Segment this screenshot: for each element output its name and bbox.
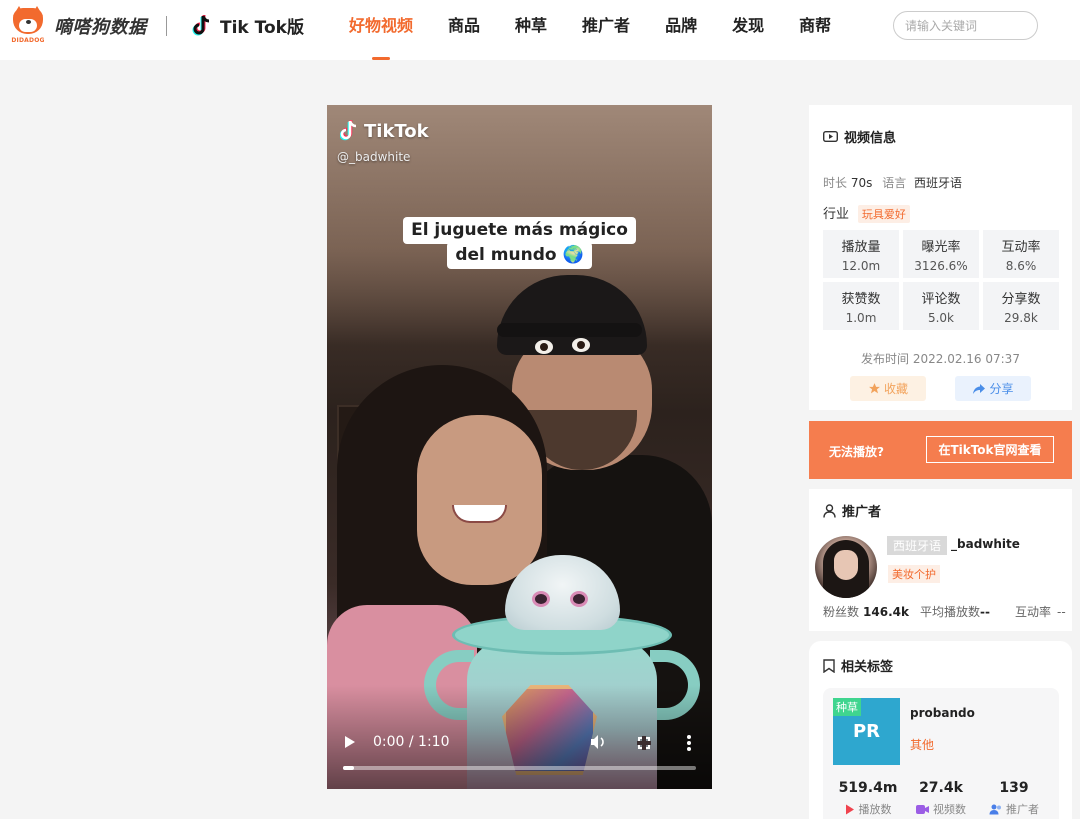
video-info-panel: 视频信息 时长 70s 语言 西班牙语 行业 玩具爱好 播放量 12.0m 曝光率… [809, 105, 1072, 410]
tag-type-badge: 种草 [833, 698, 861, 716]
video-stats-grid: 播放量 12.0m 曝光率 3126.6% 互动率 8.6% 获赞数 1.0m 评论数 5… [823, 230, 1059, 330]
avatar[interactable] [815, 536, 877, 598]
video-info-heading: 视频信息 [823, 127, 896, 146]
industry-row: 行业 玩具爱好 [823, 203, 910, 223]
fans-stat: 粉丝数 146.4k [823, 605, 909, 619]
nav-item-videos[interactable]: 好物视频 [349, 0, 413, 60]
promoter-title: 推广者 [842, 505, 882, 520]
tag-videos-stat: 27.4k 视频数 [906, 780, 976, 817]
interaction-stat: 互动率 -- [1015, 605, 1066, 619]
nav-item-business[interactable]: 商帮 [799, 0, 831, 60]
cannot-play-banner: 无法播放? 在TikTok官网查看 [809, 421, 1072, 479]
tiktok-icon [340, 120, 357, 141]
related-tags-panel: 相关标签 PR 种草 probando 其他 519.4m 播放数 27.4k … [809, 641, 1072, 819]
nav-item-seeding[interactable]: 种草 [515, 0, 547, 60]
language-value: 西班牙语 [914, 176, 963, 190]
caption-line-2: del mundo 🌍 [447, 242, 592, 269]
caption-line-1: El juguete más mágico [403, 217, 636, 244]
nav-item-products[interactable]: 商品 [448, 0, 480, 60]
fullscreen-icon[interactable] [637, 736, 651, 750]
tag-plays-stat: 519.4m 播放数 [838, 780, 898, 816]
cannot-play-text: 无法播放? [829, 445, 884, 459]
tiktok-watermark: TikTok [340, 119, 429, 143]
promoter-language-tag: 西班牙语 [887, 536, 948, 555]
tag-name[interactable]: probando [910, 706, 975, 720]
stat-comments: 评论数 5.0k [903, 282, 979, 330]
video-icon [916, 804, 929, 814]
video-info-title: 视频信息 [844, 131, 897, 146]
more-options-icon[interactable] [687, 735, 691, 751]
dog-logo-icon: DIDADOG [10, 6, 46, 46]
video-player[interactable]: TikTok @_badwhite El juguete más mágico … [327, 105, 712, 789]
promoter-heading: 推广者 [823, 501, 881, 520]
video-icon [823, 131, 838, 142]
video-author-handle: @_badwhite [337, 150, 411, 164]
tiktok-watermark-text: TikTok [364, 120, 429, 142]
industry-label: 行业 [823, 207, 850, 222]
favorite-label: 收藏 [883, 382, 908, 396]
top-header: DIDADOG 嘀嗒狗数据 Tik Tok版 好物视频 商品 种草 推广者 品牌… [0, 0, 1080, 60]
related-tags-title: 相关标签 [841, 660, 894, 675]
tiktok-edition: Tik Tok版 [192, 13, 304, 38]
duration-label: 时长 [823, 176, 848, 190]
duration-value: 70s [850, 176, 873, 190]
publish-time: 发布时间 2022.02.16 07:37 [861, 352, 1020, 366]
tag-promoters-stat: 139 推广者 [979, 780, 1049, 817]
tiktok-edition-label: Tik Tok版 [220, 18, 304, 38]
promoter-panel: 推广者 西班牙语 _badwhite 美妆个护 粉丝数 146.4k 平均播放数-… [809, 489, 1072, 631]
logo-subtext: DIDADOG [11, 37, 45, 44]
site-logo[interactable]: DIDADOG 嘀嗒狗数据 [10, 6, 147, 46]
stat-plays: 播放量 12.0m [823, 230, 899, 278]
share-icon [973, 383, 986, 394]
main-nav: 好物视频 商品 种草 推广者 品牌 发现 商帮 [349, 0, 866, 60]
play-icon [845, 804, 854, 814]
logo-divider [166, 16, 167, 36]
nav-item-discover[interactable]: 发现 [732, 0, 764, 60]
video-caption: El juguete más mágico del mundo 🌍 [327, 217, 712, 269]
share-label: 分享 [989, 382, 1014, 396]
video-controls: 0:00 / 1:10 [327, 725, 712, 765]
stat-shares: 分享数 29.8k [983, 282, 1059, 330]
user-icon [823, 503, 836, 518]
industry-tag[interactable]: 玩具爱好 [857, 205, 910, 223]
video-progress-bar[interactable] [343, 766, 696, 770]
favorite-button[interactable]: 收藏 [850, 376, 926, 401]
users-icon [989, 804, 1001, 814]
nav-item-promoters[interactable]: 推广者 [582, 0, 630, 60]
duration-language-row: 时长 70s 语言 西班牙语 [823, 174, 962, 191]
video-progress-fill [343, 766, 354, 770]
brand-name: 嘀嗒狗数据 [54, 17, 147, 38]
related-tags-heading: 相关标签 [823, 656, 893, 675]
stat-likes: 获赞数 1.0m [823, 282, 899, 330]
volume-icon[interactable] [590, 734, 606, 750]
video-time: 0:00 / 1:10 [373, 734, 450, 750]
bookmark-icon [823, 658, 835, 673]
share-button[interactable]: 分享 [955, 376, 1031, 401]
tiktok-icon [192, 14, 210, 35]
stat-exposure: 曝光率 3126.6% [903, 230, 979, 278]
stat-interaction: 互动率 8.6% [983, 230, 1059, 278]
search-input[interactable] [893, 11, 1038, 40]
promoter-category: 美妆个护 [888, 565, 940, 583]
language-label: 语言 [882, 176, 907, 190]
promoter-name[interactable]: _badwhite [951, 537, 1020, 551]
view-on-tiktok-button[interactable]: 在TikTok官网查看 [926, 436, 1054, 463]
tag-category: 其他 [910, 738, 935, 752]
star-icon [869, 383, 880, 394]
avg-play-stat: 平均播放数-- [920, 605, 990, 619]
play-icon[interactable] [345, 736, 355, 748]
nav-item-brands[interactable]: 品牌 [665, 0, 697, 60]
tag-card[interactable]: PR 种草 probando 其他 519.4m 播放数 27.4k 视频数 1… [823, 688, 1059, 819]
